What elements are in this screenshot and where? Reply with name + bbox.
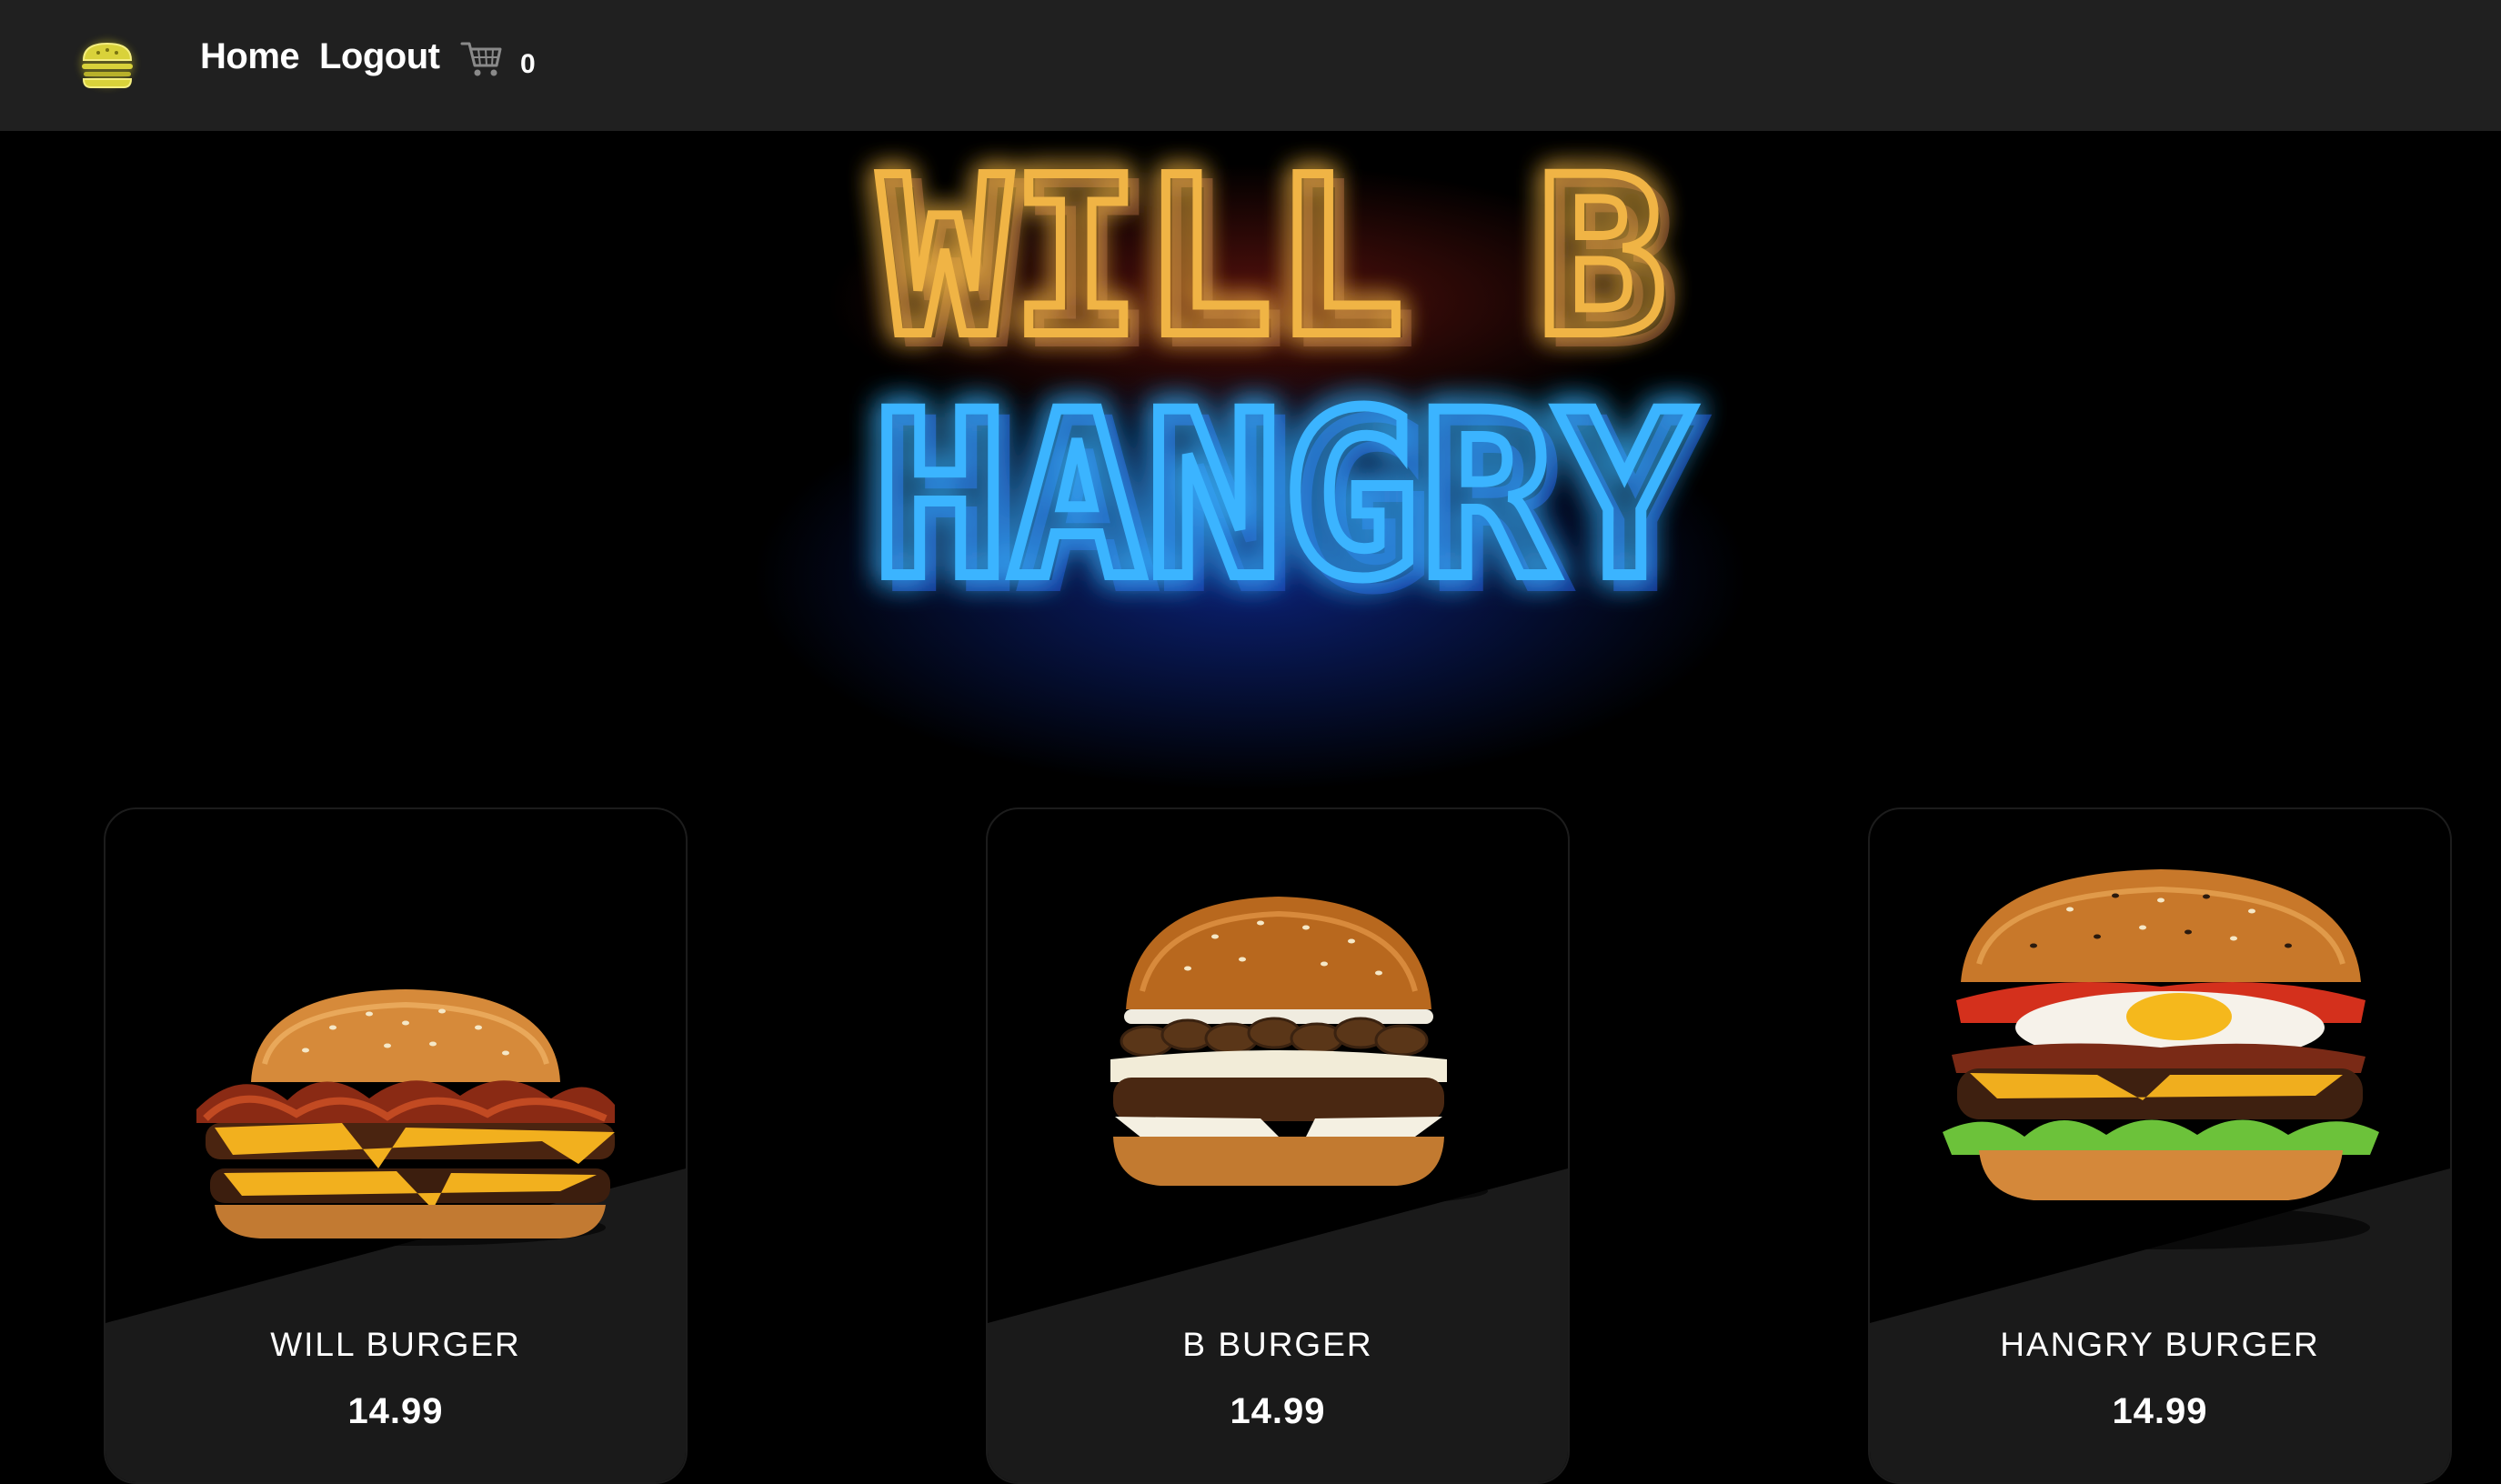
nav-home-link[interactable]: Home bbox=[200, 36, 300, 77]
burger-logo-icon[interactable] bbox=[73, 33, 142, 95]
neon-line1-text: WILL B bbox=[879, 131, 1668, 385]
product-name: B BURGER bbox=[1182, 1326, 1373, 1363]
product-name: HANGRY BURGER bbox=[2000, 1326, 2320, 1363]
neon-line2-text: HANGRY bbox=[871, 364, 1692, 628]
navbar: Home Logout 0 bbox=[0, 0, 2501, 131]
nav-logout-link[interactable]: Logout bbox=[319, 36, 440, 77]
product-price: 14.99 bbox=[1230, 1391, 1326, 1431]
hero-neon-sign: WILL B WILL B HANGRY HANGRY bbox=[0, 131, 2501, 822]
product-card-b-burger[interactable]: B BURGER 14.99 bbox=[986, 807, 1570, 1484]
product-price: 14.99 bbox=[2112, 1391, 2208, 1431]
will-burger-image bbox=[196, 989, 615, 1246]
b-burger-image bbox=[1070, 897, 1488, 1208]
neon-sign-graphic: WILL B WILL B HANGRY HANGRY bbox=[866, 131, 1709, 645]
cart-count-badge: 0 bbox=[520, 49, 536, 79]
product-price: 14.99 bbox=[347, 1391, 444, 1431]
product-name: WILL BURGER bbox=[270, 1326, 521, 1363]
product-card-hangry-burger[interactable]: HANGRY BURGER 14.99 bbox=[1868, 807, 2452, 1484]
hangry-burger-image bbox=[1943, 869, 2379, 1249]
product-card-will-burger[interactable]: WILL BURGER 14.99 bbox=[104, 807, 688, 1484]
shopping-cart-icon[interactable] bbox=[460, 38, 504, 78]
